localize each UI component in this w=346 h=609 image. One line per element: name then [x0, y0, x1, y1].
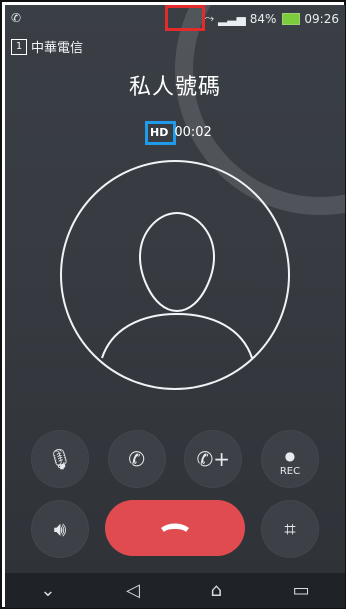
nav-home-icon[interactable]: ⌂	[211, 580, 222, 601]
add-call-icon: ✆+	[196, 447, 231, 471]
hd-call-icon: HD	[150, 126, 169, 139]
call-controls-row-2: 🔊︎ ⌗	[5, 500, 345, 558]
phone-frame: ✆ ⤳ ▂▃▅ 84% 09:26 1 中華電信 私人號碼 HD 00:02 🎙…	[0, 0, 346, 609]
carrier-info: 1 中華電信	[11, 37, 83, 56]
navigation-bar: ⌄ ◁ ⌂ ▭	[5, 573, 345, 608]
speaker-button[interactable]: 🔊︎	[31, 500, 89, 558]
person-silhouette-icon	[101, 211, 253, 359]
record-icon: ●	[284, 449, 296, 463]
battery-percentage: 84%	[249, 11, 277, 26]
signal-icon: ▂▃▅	[218, 11, 246, 26]
nav-back-icon[interactable]: ◁	[126, 580, 140, 601]
mute-button[interactable]: 🎙︎	[31, 430, 89, 488]
hold-call-icon: ✆	[128, 447, 146, 471]
phone-icon: ✆	[11, 11, 22, 25]
call-duration: HD 00:02	[150, 125, 212, 140]
carrier-name: 中華電信	[31, 41, 84, 56]
record-label: REC	[279, 466, 301, 477]
sim-slot-badge: 1	[11, 38, 27, 55]
nav-recents-icon[interactable]: ▭	[293, 580, 310, 601]
dialpad-button[interactable]: ⌗	[261, 500, 319, 558]
hold-button[interactable]: ✆	[107, 430, 166, 488]
status-time: 09:26	[304, 11, 339, 26]
duration-text: 00:02	[174, 125, 212, 140]
status-right: ⤳ ▂▃▅ 84% 09:26	[204, 11, 339, 26]
microphone-mute-icon: 🎙︎	[47, 447, 73, 471]
wifi-icon: ⤳	[204, 11, 215, 25]
record-button[interactable]: ● REC	[260, 430, 319, 488]
dialpad-icon: ⌗	[284, 517, 296, 541]
battery-icon	[282, 12, 301, 25]
add-call-button[interactable]: ✆+	[184, 430, 243, 488]
caller-title: 私人號碼	[128, 75, 221, 100]
highlight-red-box	[165, 5, 205, 31]
end-call-button[interactable]	[105, 500, 245, 556]
nav-collapse-icon[interactable]: ⌄	[40, 580, 55, 601]
speaker-icon: 🔊︎	[53, 517, 67, 541]
caller-avatar	[60, 160, 290, 390]
end-call-icon	[161, 523, 189, 532]
call-controls-row-1: 🎙︎ ✆ ✆+ ● REC	[5, 430, 345, 488]
call-screen: ✆ ⤳ ▂▃▅ 84% 09:26 1 中華電信 私人號碼 HD 00:02 🎙…	[5, 5, 345, 608]
